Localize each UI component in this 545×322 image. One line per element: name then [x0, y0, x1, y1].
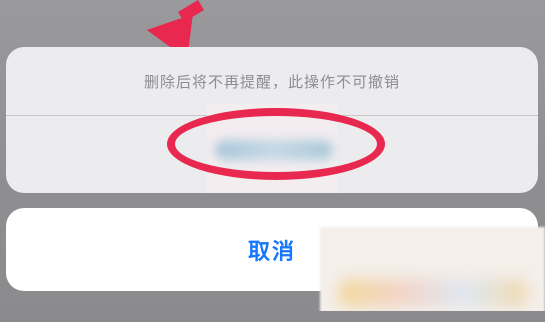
delete-button[interactable]	[6, 103, 538, 193]
action-sheet: 删除后将不再提醒，此操作不可撤销	[6, 47, 538, 193]
blurred-corner-overlay	[320, 227, 545, 322]
bottom-bar	[0, 311, 545, 322]
blurred-button-label	[207, 103, 337, 193]
